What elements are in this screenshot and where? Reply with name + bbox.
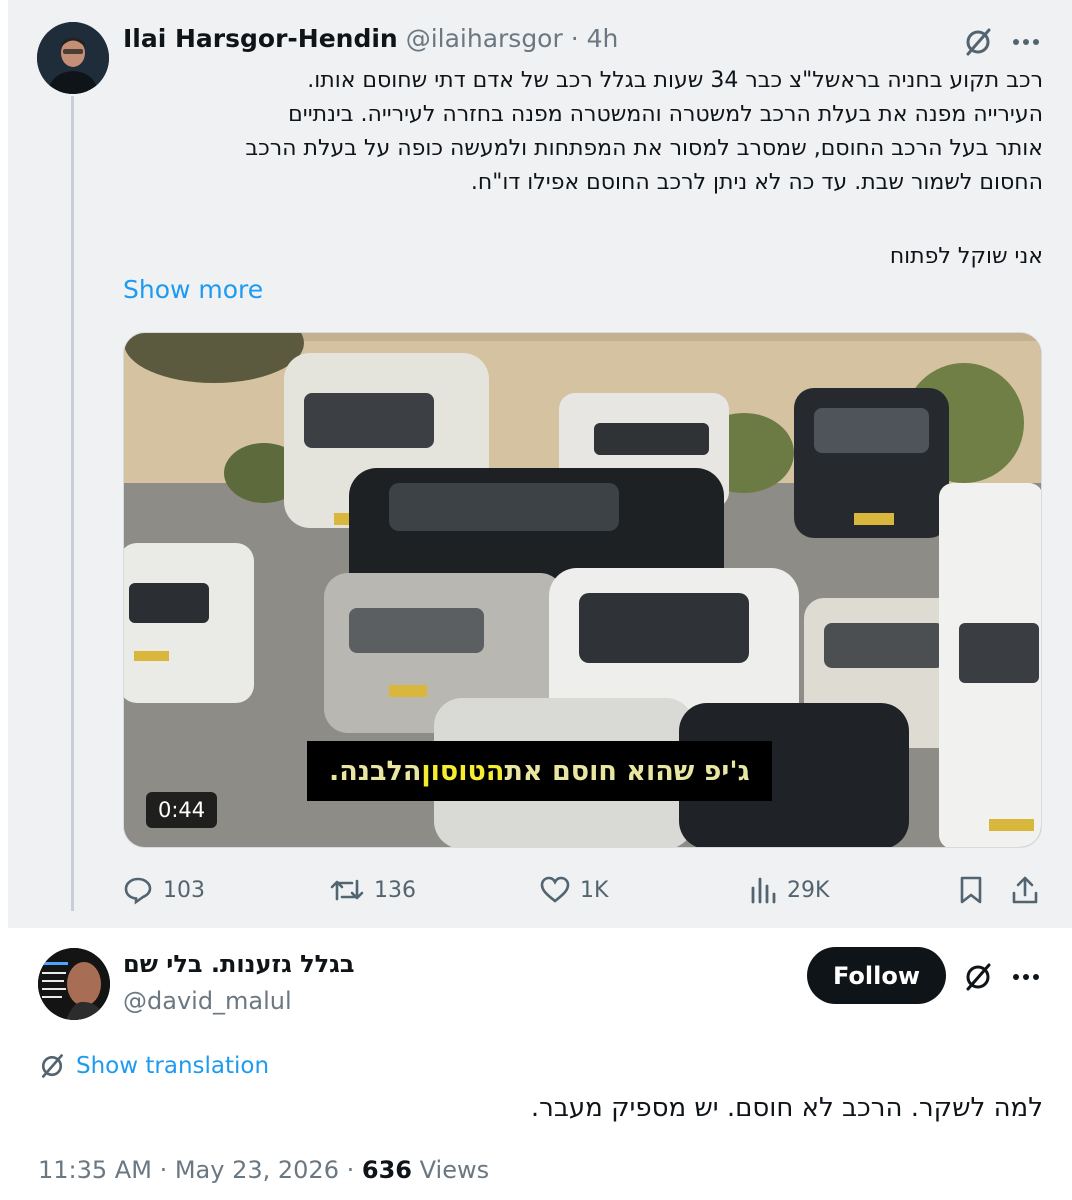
avatar[interactable] [37, 22, 109, 94]
tweet-text: רכב תקוע בחניה בראשל"צ כבר 34 שעות בגלל … [123, 64, 1043, 200]
views-count: 29K [787, 877, 830, 903]
repost-action[interactable]: 136 [330, 868, 416, 912]
like-count: 1K [580, 877, 609, 903]
heart-icon [540, 876, 570, 903]
reply-author-name[interactable]: בגלל גזענות. בלי שם [123, 950, 355, 978]
share-icon[interactable] [1009, 872, 1041, 908]
translate-icon [41, 1054, 63, 1078]
subtitle-highlight: הטוסון [421, 755, 505, 787]
grok-icon[interactable] [958, 957, 998, 997]
more-options-icon[interactable] [1006, 22, 1046, 62]
like-action[interactable]: 1K [540, 868, 608, 912]
meta-separator: · [159, 1156, 168, 1184]
views-icon [751, 877, 776, 904]
views-action[interactable]: 29K [749, 868, 829, 912]
thread-connector-line [71, 96, 74, 911]
show-translation-label: Show translation [76, 1053, 270, 1079]
tweet-meta: 11:35 AM · May 23, 2026 · 636 Views [38, 1156, 489, 1184]
video-player[interactable]: ג'יפ שהוא חוסם את הטוסון הלבנה. 0:44 [123, 332, 1042, 848]
reply-avatar[interactable] [38, 948, 110, 1020]
tweet-text-line: החסום לשמור שבת. עד כה לא ניתן לרכב החוס… [470, 170, 1043, 195]
tweet-time[interactable]: 4h [587, 24, 619, 53]
grok-icon[interactable] [958, 22, 998, 62]
tweet-time-stamp[interactable]: 11:35 AM [38, 1156, 152, 1184]
more-options-icon[interactable] [1006, 957, 1046, 997]
video-subtitle: ג'יפ שהוא חוסם את הטוסון הלבנה. [307, 741, 772, 801]
reply-icon [124, 877, 152, 905]
reply-count: 103 [163, 877, 205, 903]
tweet-header: Ilai Harsgor-Hendin @ilaiharsgor · 4h [123, 24, 618, 53]
tweet-text-line: העירייה מפנה את בעלת הרכב למשטרה והמשטרה… [288, 102, 1043, 127]
follow-button[interactable]: Follow [807, 947, 946, 1004]
subtitle-text-end: הלבנה. [329, 755, 422, 787]
video-duration-badge: 0:44 [146, 792, 218, 828]
tweet-text-line: רכב תקוע בחניה בראשל"צ כבר 34 שעות בגלל … [307, 68, 1043, 93]
reply-author-handle[interactable]: @david_malul [123, 987, 292, 1015]
tweet-date[interactable]: May 23, 2026 [175, 1156, 339, 1184]
tweet-text-last: אני שוקל לפתוח [889, 244, 1043, 269]
reply-text: למה לשקר. הרכב לא חוסם. יש מספיק מעבר. [530, 1093, 1043, 1123]
header-separator: · [570, 24, 579, 53]
meta-separator: · [346, 1156, 355, 1184]
bookmark-icon[interactable] [955, 872, 987, 908]
repost-count: 136 [374, 877, 416, 903]
author-handle[interactable]: @ilaiharsgor [406, 24, 563, 53]
subtitle-text: ג'יפ שהוא חוסם את [504, 755, 750, 787]
author-name[interactable]: Ilai Harsgor-Hendin [123, 24, 398, 53]
show-translation-link[interactable]: Show translation [38, 1048, 269, 1084]
tweet-text-line: אותר בעל הרכב החוסם, שמסרב למסור את המפת… [245, 136, 1043, 161]
repost-icon [330, 879, 364, 901]
views-total: 636 [361, 1156, 412, 1184]
reply-action[interactable]: 103 [123, 868, 205, 912]
views-label: Views [419, 1156, 490, 1184]
show-more-link[interactable]: Show more [123, 275, 263, 304]
